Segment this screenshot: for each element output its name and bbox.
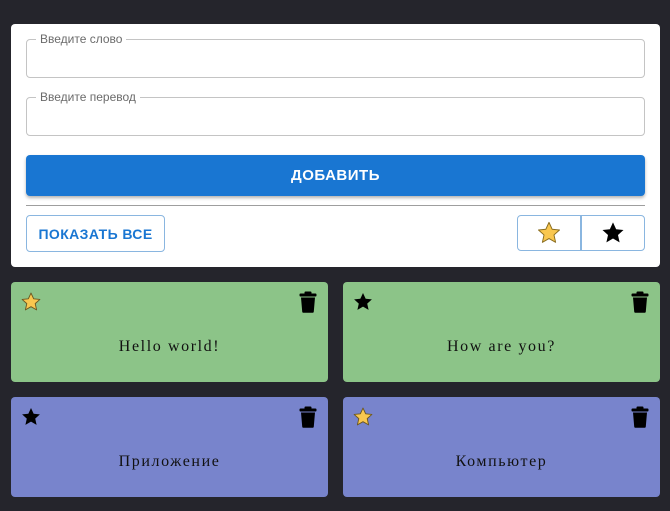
trash-icon[interactable] — [299, 291, 317, 313]
word-card: Приложение — [11, 397, 328, 497]
word-text: Hello world! — [118, 338, 221, 355]
filter-all-button[interactable] — [581, 215, 645, 251]
star-filled-icon — [600, 220, 626, 246]
star-outline-icon[interactable] — [20, 291, 42, 313]
word-card: How are you? — [343, 282, 660, 382]
translation-input[interactable] — [27, 98, 644, 135]
trash-icon[interactable] — [631, 406, 649, 428]
word-card: Hello world! — [11, 282, 328, 382]
word-field[interactable]: Введите слово — [26, 32, 645, 78]
show-all-button[interactable]: ПОКАЗАТЬ ВСЕ — [26, 215, 165, 252]
word-text: How are you? — [447, 338, 556, 355]
translation-field[interactable]: Введите перевод — [26, 90, 645, 136]
trash-icon[interactable] — [299, 406, 317, 428]
word-input[interactable] — [27, 40, 644, 77]
add-button[interactable]: ДОБАВИТЬ — [26, 155, 645, 196]
word-text: Компьютер — [455, 453, 548, 470]
add-word-panel: Введите слово Введите перевод ДОБАВИТЬ П… — [11, 24, 660, 267]
star-outline-icon[interactable] — [352, 406, 374, 428]
word-card: Компьютер — [343, 397, 660, 497]
filter-favorites-button[interactable] — [517, 215, 581, 251]
trash-icon[interactable] — [631, 291, 649, 313]
word-text: Приложение — [118, 453, 221, 470]
star-filled-icon[interactable] — [20, 406, 42, 428]
star-outline-icon — [536, 220, 562, 246]
divider — [26, 205, 645, 206]
star-filled-icon[interactable] — [352, 291, 374, 313]
